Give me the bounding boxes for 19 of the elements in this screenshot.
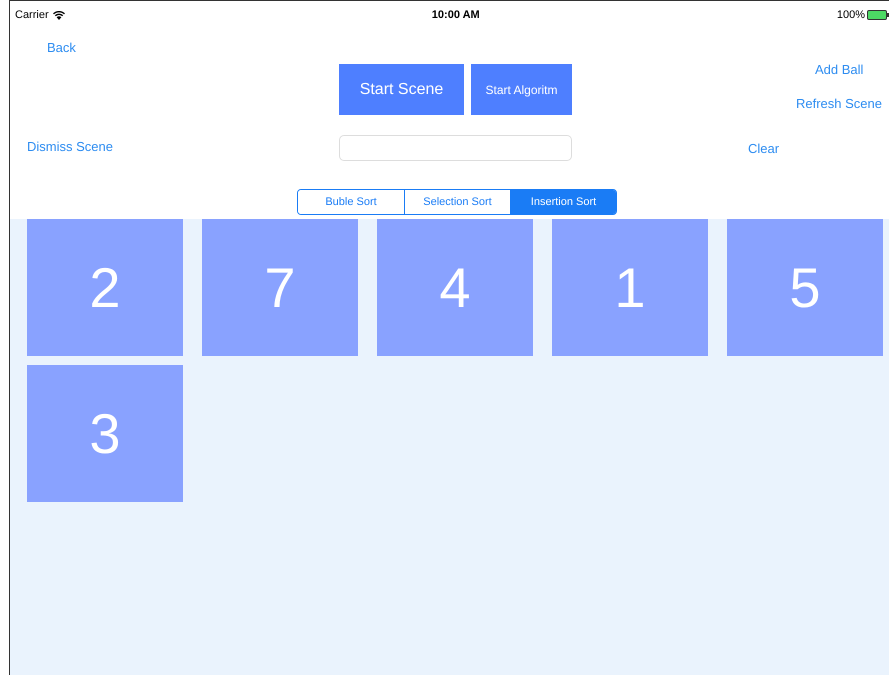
number-tile: 1 (552, 219, 708, 356)
battery-label: 100% (836, 9, 865, 21)
wifi-icon (52, 10, 65, 20)
dismiss-scene-link[interactable]: Dismiss Scene (27, 139, 113, 154)
number-tile: 4 (377, 219, 533, 356)
start-algorithm-button[interactable]: Start Algoritm (471, 64, 572, 115)
start-scene-button[interactable]: Start Scene (339, 64, 464, 115)
number-tile: 3 (27, 365, 183, 502)
add-ball-link[interactable]: Add Ball (815, 62, 864, 77)
number-tile: 7 (202, 219, 358, 356)
back-link[interactable]: Back (47, 40, 76, 55)
number-tile: 5 (727, 219, 883, 356)
number-tile: 2 (27, 219, 183, 356)
input-field[interactable] (339, 135, 572, 161)
refresh-scene-link[interactable]: Refresh Scene (796, 96, 882, 111)
carrier-label: Carrier (15, 9, 49, 21)
segment-tab[interactable]: Insertion Sort (510, 190, 616, 214)
clear-link[interactable]: Clear (748, 141, 780, 156)
status-time: 10:00 AM (430, 9, 481, 21)
